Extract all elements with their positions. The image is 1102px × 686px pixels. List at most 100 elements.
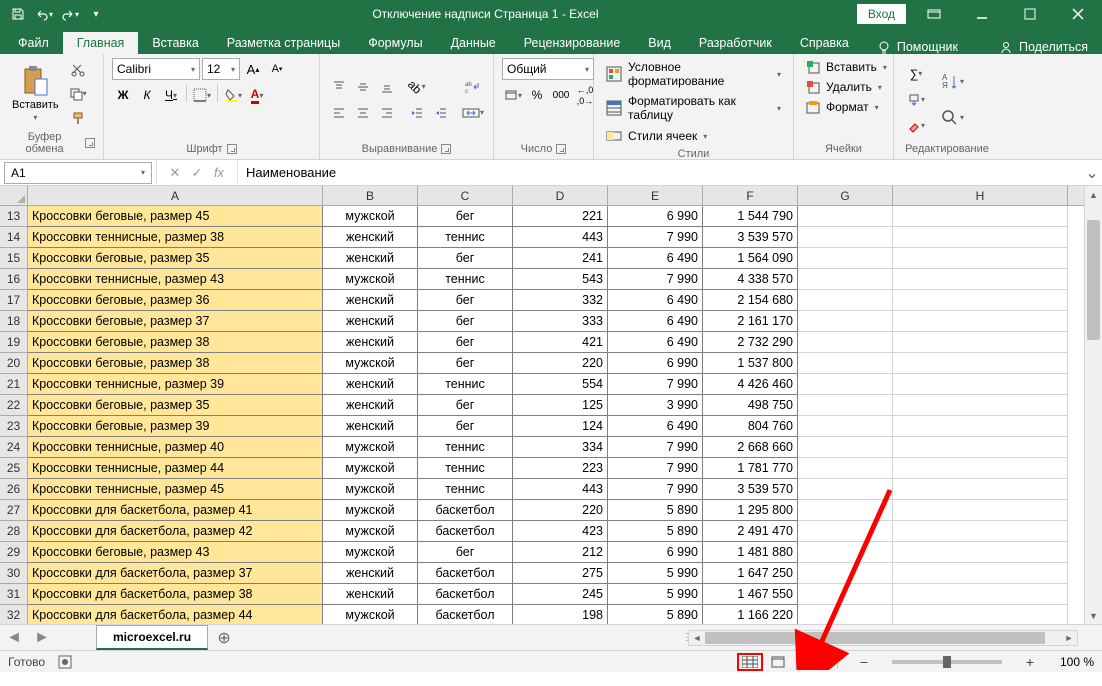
borders-button[interactable]: ▾	[191, 84, 213, 106]
cell[interactable]: 7 990	[608, 374, 703, 395]
row-header-17[interactable]: 17	[0, 290, 28, 311]
font-name-combo[interactable]: Calibri▾	[112, 58, 200, 80]
tab-review[interactable]: Рецензирование	[510, 32, 635, 54]
cell[interactable]: теннис	[418, 458, 513, 479]
cell[interactable]: мужской	[323, 521, 418, 542]
cell[interactable]	[798, 353, 893, 374]
column-header-D[interactable]: D	[513, 186, 608, 205]
cell[interactable]: 7 990	[608, 458, 703, 479]
cell[interactable]	[798, 395, 893, 416]
cell[interactable]: теннис	[418, 374, 513, 395]
cell[interactable]: 1 295 800	[703, 500, 798, 521]
cell[interactable]: 2 668 660	[703, 437, 798, 458]
zoom-out-button[interactable]: −	[856, 654, 872, 670]
bold-button[interactable]: Ж	[112, 84, 134, 106]
cell[interactable]: 5 890	[608, 521, 703, 542]
cell[interactable]	[893, 269, 1068, 290]
cell[interactable]: Кроссовки беговые, размер 38	[28, 353, 323, 374]
comma-button[interactable]: 000	[550, 84, 572, 106]
tab-view[interactable]: Вид	[634, 32, 685, 54]
cell[interactable]: 6 990	[608, 542, 703, 563]
orientation-button[interactable]: ab▾	[406, 76, 428, 98]
cell[interactable]	[798, 290, 893, 311]
qat-customize[interactable]: ▾	[84, 2, 108, 26]
cell[interactable]: 3 539 570	[703, 479, 798, 500]
cell[interactable]	[798, 542, 893, 563]
sheet-nav-next[interactable]: ►	[28, 629, 56, 647]
fill-button[interactable]: ▾	[902, 89, 930, 111]
cell[interactable]	[798, 563, 893, 584]
align-top-button[interactable]	[328, 76, 350, 98]
cell[interactable]: 5 990	[608, 563, 703, 584]
cell[interactable]: 124	[513, 416, 608, 437]
cell[interactable]: баскетбол	[418, 584, 513, 605]
cell[interactable]	[893, 206, 1068, 227]
cell[interactable]	[893, 311, 1068, 332]
percent-button[interactable]: %	[526, 84, 548, 106]
cell[interactable]: баскетбол	[418, 563, 513, 584]
cell[interactable]: 7 990	[608, 479, 703, 500]
cell[interactable]: 6 990	[608, 206, 703, 227]
cell[interactable]: 423	[513, 521, 608, 542]
align-dialog[interactable]	[441, 144, 451, 154]
cancel-formula-button[interactable]: ✕	[165, 163, 185, 183]
column-header-G[interactable]: G	[798, 186, 893, 205]
ribbon-options-button[interactable]	[914, 0, 954, 28]
cell[interactable]	[893, 437, 1068, 458]
zoom-slider[interactable]	[892, 660, 1002, 664]
cell[interactable]: бег	[418, 395, 513, 416]
hscroll-thumb[interactable]	[705, 632, 1045, 644]
cell[interactable]	[893, 374, 1068, 395]
cut-button[interactable]	[67, 59, 89, 81]
cell[interactable]: Кроссовки теннисные, размер 43	[28, 269, 323, 290]
insert-cells-button[interactable]: Вставить▾	[802, 58, 891, 76]
row-header-20[interactable]: 20	[0, 353, 28, 374]
cell[interactable]: 2 732 290	[703, 332, 798, 353]
tab-formulas[interactable]: Формулы	[354, 32, 436, 54]
cell[interactable]: Кроссовки теннисные, размер 40	[28, 437, 323, 458]
number-format-combo[interactable]: Общий▾	[502, 58, 594, 80]
tab-developer[interactable]: Разработчик	[685, 32, 786, 54]
cell[interactable]: Кроссовки для баскетбола, размер 38	[28, 584, 323, 605]
cell[interactable]: 3 990	[608, 395, 703, 416]
horizontal-scrollbar[interactable]: ◄ ►	[688, 630, 1078, 646]
underline-button[interactable]: Ч▾	[160, 84, 182, 106]
cell[interactable]	[893, 584, 1068, 605]
cell[interactable]: бег	[418, 311, 513, 332]
cell[interactable]: Кроссовки беговые, размер 38	[28, 332, 323, 353]
conditional-formatting-button[interactable]: Условное форматирование▾	[602, 58, 785, 90]
maximize-button[interactable]	[1010, 0, 1050, 28]
cell[interactable]: женский	[323, 290, 418, 311]
cell[interactable]: 223	[513, 458, 608, 479]
row-header-22[interactable]: 22	[0, 395, 28, 416]
expand-formula-bar[interactable]: ⌄	[1082, 163, 1102, 183]
share-button[interactable]: Поделиться	[985, 40, 1102, 54]
wrap-text-button[interactable]: abc	[460, 76, 486, 98]
accept-formula-button[interactable]: ✓	[187, 163, 207, 183]
column-header-A[interactable]: A	[28, 186, 323, 205]
normal-view-button[interactable]	[737, 653, 763, 671]
cell[interactable]: 220	[513, 500, 608, 521]
cell[interactable]	[798, 374, 893, 395]
tab-data[interactable]: Данные	[437, 32, 510, 54]
cell[interactable]: 198	[513, 605, 608, 624]
cell[interactable]: мужской	[323, 479, 418, 500]
cell[interactable]	[798, 206, 893, 227]
decrease-indent-button[interactable]	[406, 102, 428, 124]
cell[interactable]: Кроссовки для баскетбола, размер 44	[28, 605, 323, 624]
cell[interactable]: 7 990	[608, 227, 703, 248]
cell[interactable]: 2 491 470	[703, 521, 798, 542]
align-right-button[interactable]	[376, 102, 398, 124]
cell[interactable]: 275	[513, 563, 608, 584]
cell[interactable]: бег	[418, 416, 513, 437]
cell[interactable]: Кроссовки теннисные, размер 38	[28, 227, 323, 248]
align-center-button[interactable]	[352, 102, 374, 124]
column-header-E[interactable]: E	[608, 186, 703, 205]
formula-input[interactable]: Наименование	[238, 165, 1082, 180]
merge-button[interactable]: ▾	[460, 102, 486, 124]
macro-record-icon[interactable]	[57, 654, 73, 670]
scroll-down-button[interactable]: ▼	[1085, 607, 1102, 624]
cell[interactable]: Кроссовки теннисные, размер 39	[28, 374, 323, 395]
row-header-32[interactable]: 32	[0, 605, 28, 624]
fill-color-button[interactable]: ▾	[222, 84, 244, 106]
